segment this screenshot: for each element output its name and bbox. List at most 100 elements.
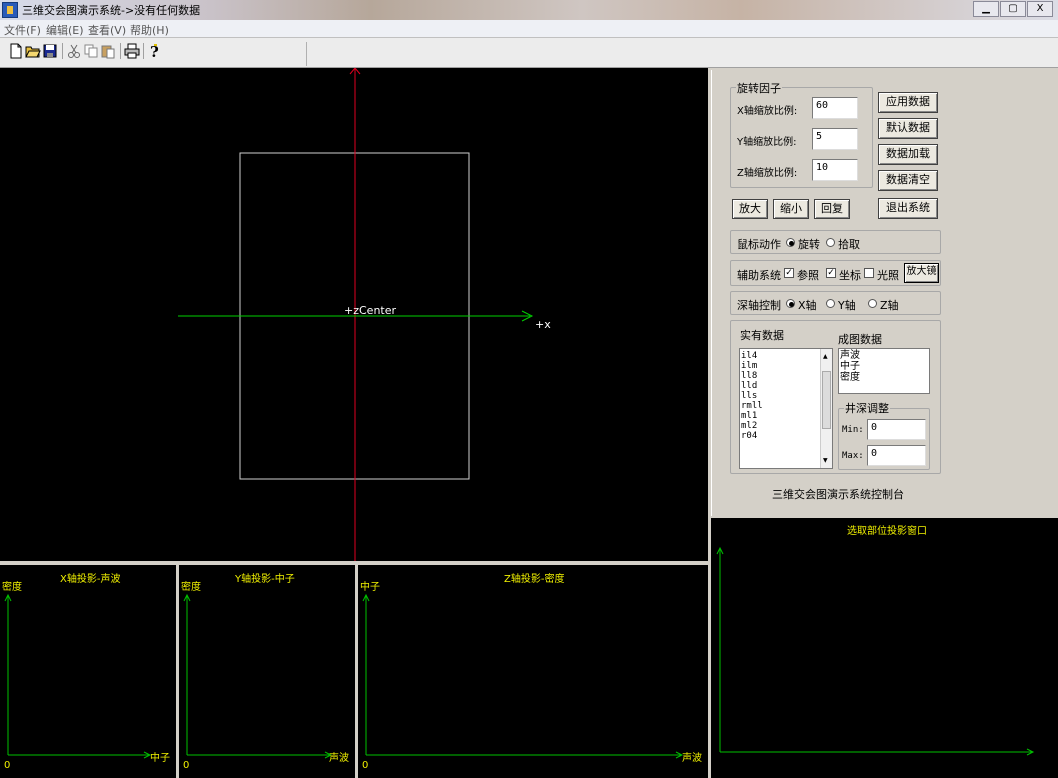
well-adjust-title: 井深调整 [844,400,890,416]
clear-data-button[interactable]: 数据清空 [878,170,938,191]
window-title: 三维交会图演示系统->没有任何数据 [22,4,201,17]
z-projection-x-label: 声波 [682,753,702,764]
new-file-icon[interactable] [8,43,24,59]
save-icon[interactable] [42,43,58,59]
aux-reference-checkbox[interactable]: ✓ [784,268,794,278]
list-item[interactable]: ilm [741,362,757,371]
scrollbar-thumb[interactable] [822,371,831,429]
toolbar-separator [120,43,121,59]
z-projection-axes [362,593,684,759]
x-scale-input[interactable]: 60 [812,97,858,119]
list-item[interactable]: lld [741,382,757,391]
y-scale-input[interactable]: 5 [812,128,858,150]
list-item[interactable]: rmll [741,402,763,411]
scroll-down-icon[interactable]: ▼ [823,457,828,464]
aux-system-label: 辅助系统 [737,269,781,282]
cut-icon[interactable] [66,43,82,59]
max-depth-input[interactable]: 0 [867,445,926,466]
aux-coordinate-checkbox[interactable]: ✓ [826,268,836,278]
y-projection-y-label: 密度 [181,582,201,593]
console-footer: 三维交会图演示系统控制台 [772,488,904,501]
z-scale-input[interactable]: 10 [812,159,858,181]
min-depth-input[interactable]: 0 [867,419,926,440]
list-item[interactable]: 密度 [840,372,860,383]
selection-projection-pane[interactable]: 选取部位投影窗口 [711,518,1058,778]
toolbar-separator [143,43,144,59]
z-projection-title: Z轴投影-密度 [504,574,565,585]
mouse-rotate-label: 旋转 [798,238,820,251]
x-axis-label: +x [535,318,551,331]
load-data-button[interactable]: 数据加载 [878,144,938,165]
y-projection-x-label: 声波 [329,753,349,764]
existing-data-label: 实有数据 [740,329,784,342]
aux-light-checkbox[interactable] [864,268,874,278]
help-icon[interactable]: ? [147,43,163,59]
list-item[interactable]: lls [741,392,757,401]
depth-z-radio[interactable] [868,299,877,308]
list-item[interactable]: 声波 [840,350,860,361]
y-projection-title: Y轴投影-中子 [235,574,295,585]
x-projection-title: X轴投影-声波 [60,574,121,585]
aux-reference-label: 参照 [797,269,819,282]
default-data-button[interactable]: 默认数据 [878,118,938,139]
aux-coordinate-label: 坐标 [839,269,861,282]
zoom-out-button[interactable]: 缩小 [773,199,809,219]
max-depth-label: Max: [842,451,864,461]
close-button[interactable]: X [1027,1,1053,17]
depth-y-label: Y轴 [838,299,856,312]
x-projection-pane[interactable]: X轴投影-声波 密度 中子 0 [0,565,176,778]
selection-projection-axes [716,546,1035,756]
existing-data-scrollbar[interactable]: ▲ ▼ [820,349,832,468]
paste-icon[interactable] [100,43,116,59]
reset-view-button[interactable]: 回复 [814,199,850,219]
depth-x-radio[interactable] [786,299,795,308]
depth-y-radio[interactable] [826,299,835,308]
mouse-action-label: 鼠标动作 [737,238,781,251]
open-folder-icon[interactable] [25,43,41,59]
z-scale-label: Z轴缩放比例: [737,168,798,179]
list-item[interactable]: 中子 [840,361,860,372]
list-item[interactable]: ml2 [741,422,757,431]
list-item[interactable]: il4 [741,352,757,361]
z-projection-pane[interactable]: Z轴投影-密度 中子 声波 0 [358,565,708,778]
toolbar-separator [306,42,307,66]
menu-file[interactable]: 文件(F) [4,22,41,38]
menu-help[interactable]: 帮助(H) [130,22,169,38]
list-item[interactable]: ll8 [741,372,757,381]
selection-projection-title: 选取部位投影窗口 [847,526,927,537]
mouse-pick-radio[interactable] [826,238,835,247]
z-projection-y-label: 中子 [360,582,380,593]
scroll-up-icon[interactable]: ▲ [823,353,828,360]
min-depth-label: Min: [842,425,864,435]
menu-edit[interactable]: 编辑(E) [46,22,84,38]
print-icon[interactable] [124,43,140,59]
x-projection-y-label: 密度 [2,582,22,593]
depth-x-label: X轴 [798,299,817,312]
z-projection-origin: 0 [362,760,369,771]
depth-z-label: Z轴 [880,299,899,312]
aux-light-label: 光照 [877,269,899,282]
menu-view[interactable]: 查看(V) [88,22,126,38]
magnifier-button[interactable]: 放大镜 [904,263,939,283]
app-icon[interactable] [2,2,18,18]
list-item[interactable]: ml1 [741,412,757,421]
maximize-button[interactable]: ▢ [1000,1,1026,17]
minimize-button[interactable]: ▁ [973,1,999,17]
x-projection-x-label: 中子 [150,753,170,764]
y-projection-pane[interactable]: Y轴投影-中子 密度 声波 0 [179,565,355,778]
copy-icon[interactable] [83,43,99,59]
zoom-in-button[interactable]: 放大 [732,199,768,219]
depth-axis-label: 深轴控制 [737,299,781,312]
y-scale-label: Y轴缩放比例: [737,137,797,148]
mouse-pick-label: 拾取 [838,238,860,251]
x-scale-label: X轴缩放比例: [737,106,798,117]
rotation-group-title: 旋转因子 [736,80,782,96]
x-projection-origin: 0 [4,760,11,771]
x-projection-axes [4,593,152,759]
apply-data-button[interactable]: 应用数据 [878,92,938,113]
exit-system-button[interactable]: 退出系统 [878,198,938,219]
toolbar-separator [62,43,63,59]
main-3d-view[interactable]: +zCenter +x [0,68,708,561]
list-item[interactable]: r04 [741,432,757,441]
mouse-rotate-radio[interactable] [786,238,795,247]
